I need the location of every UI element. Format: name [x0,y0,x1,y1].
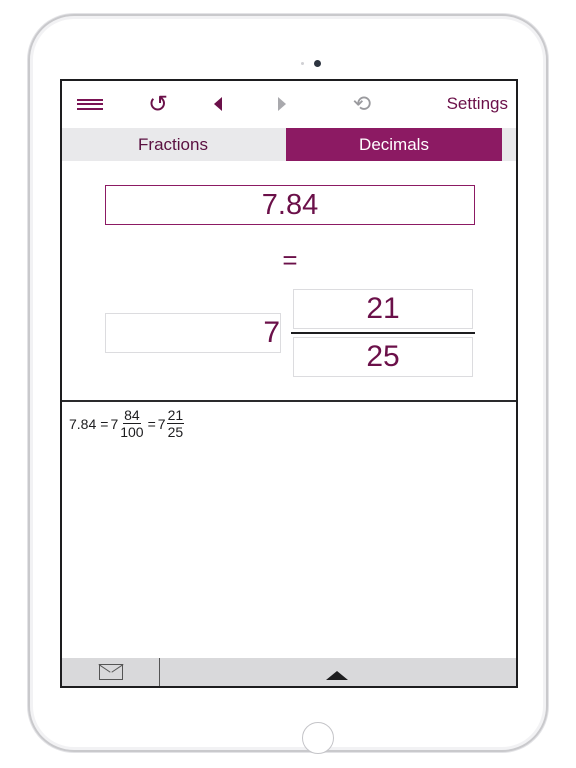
tab-fractions[interactable]: Fractions [62,128,284,161]
mode-tabs: Fractions Decimals [62,128,516,161]
undo-button[interactable]: ⟲ [348,87,376,121]
undo-icon: ⟲ [352,91,372,116]
triangle-right-icon [278,97,286,111]
envelope-icon [98,664,123,680]
whole-number-value: 7 [263,316,280,349]
numerator-field[interactable]: 21 [293,289,473,329]
step-numerator: 84 [123,407,141,424]
tab-decimals[interactable]: Decimals [286,128,502,161]
mail-button[interactable] [62,658,160,686]
step-equals: = [147,416,156,432]
app-screen: ↺ ⟲ Settings Fractions Decimals 7.84 = 7… [60,79,518,688]
step-whole: 7 [157,416,166,432]
triangle-up-icon[interactable] [326,671,348,680]
step-denominator: 25 [167,424,184,440]
step-decimal: 7.84 [69,416,97,432]
step-denominator: 100 [120,424,144,440]
toolbar: ↺ ⟲ Settings [62,81,516,127]
sensor-dot [301,62,304,65]
solution-steps: 7.84 = 7 84 100 = 7 21 25 [67,407,185,441]
triangle-left-icon [214,97,222,111]
step-equals: = [100,416,109,432]
whole-number-field[interactable]: 7 [105,313,281,353]
reload-icon: ↺ [147,90,169,118]
bottom-bar [62,658,516,686]
front-camera [314,60,321,67]
step-fraction: 84 100 [119,407,144,441]
step-whole: 7 [110,416,119,432]
step-numerator: 21 [166,407,185,424]
settings-button[interactable]: Settings [418,87,508,121]
hamburger-icon [77,96,103,112]
decimal-input[interactable]: 7.84 [105,185,475,225]
back-button[interactable] [206,87,230,121]
home-button[interactable] [302,722,334,754]
reload-button[interactable]: ↺ [144,87,172,121]
section-divider [62,400,516,402]
fraction-bar [291,332,475,334]
step-fraction: 21 25 [166,407,185,441]
denominator-field[interactable]: 25 [293,337,473,377]
menu-button[interactable] [74,87,106,121]
forward-button[interactable] [270,87,294,121]
equals-sign: = [282,245,298,275]
